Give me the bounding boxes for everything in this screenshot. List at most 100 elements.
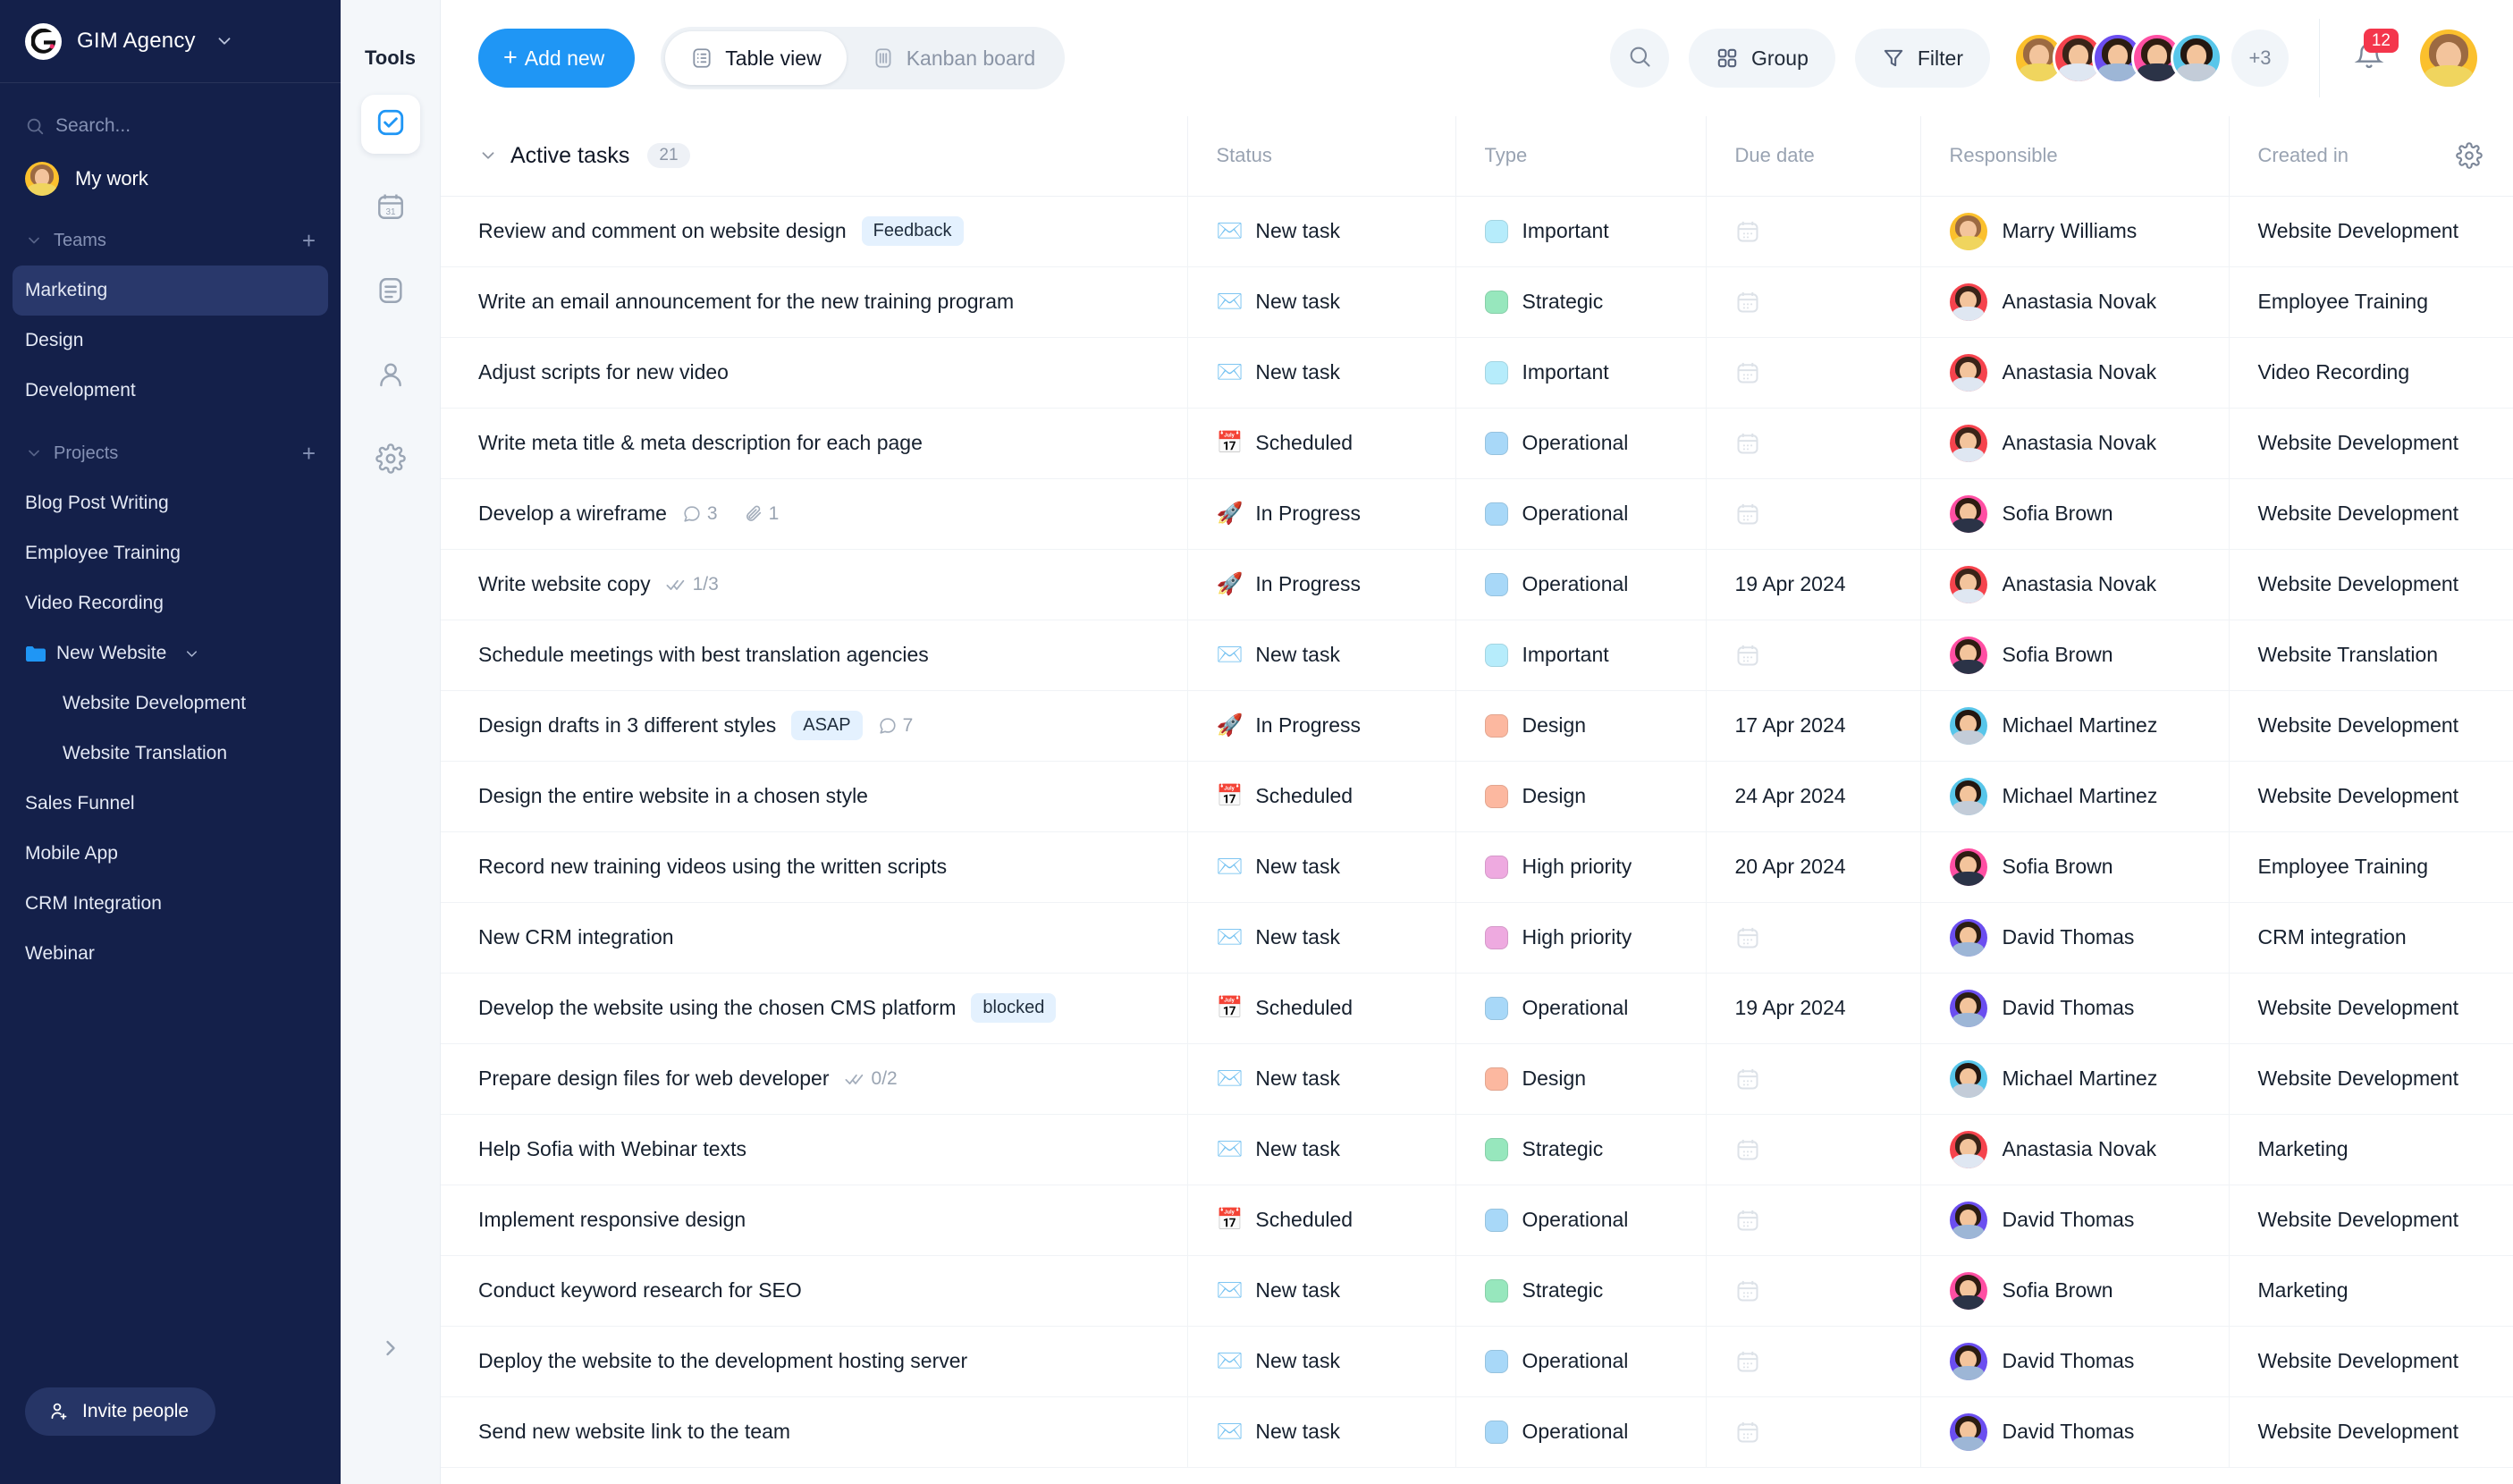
cell-task[interactable]: Send new website link to the team: [441, 1396, 1187, 1468]
table-row[interactable]: Implement responsive design 📅 Scheduled Ope…: [441, 1185, 2513, 1256]
table-settings-gear-icon[interactable]: [2456, 142, 2483, 170]
table-row[interactable]: Develop the website using the chosen CMS…: [441, 973, 2513, 1044]
cell-created-in[interactable]: Website Development: [2228, 408, 2513, 479]
column-header-due-date[interactable]: Due date: [1705, 116, 1920, 197]
calendar-icon[interactable]: [1735, 1349, 1920, 1374]
chevron-down-icon[interactable]: [25, 444, 43, 462]
cell-created-in[interactable]: Website Development: [2228, 690, 2513, 762]
cell-status[interactable]: 🚀 In Progress: [1186, 690, 1455, 762]
cell-due-date[interactable]: [1705, 1114, 1920, 1185]
cell-due-date[interactable]: [1705, 1255, 1920, 1327]
cell-created-in[interactable]: CRM integration: [2228, 902, 2513, 974]
cell-status[interactable]: ✉️ New task: [1186, 831, 1455, 903]
sidebar-item-webinar[interactable]: Webinar: [13, 929, 328, 979]
collaborator-avatars[interactable]: +3: [2013, 30, 2289, 87]
cell-status[interactable]: 📅 Scheduled: [1186, 1185, 1455, 1256]
cell-responsible[interactable]: Michael Martinez: [1919, 690, 2229, 762]
tab-kanban-board[interactable]: Kanban board: [847, 31, 1061, 85]
sidebar-item-new-website[interactable]: New Website: [13, 628, 328, 679]
cell-created-in[interactable]: Employee Training: [2228, 831, 2513, 903]
cell-responsible[interactable]: Anastasia Novak: [1919, 1114, 2229, 1185]
cell-status[interactable]: ✉️ New task: [1186, 1396, 1455, 1468]
cell-due-date[interactable]: [1705, 1185, 1920, 1256]
cell-type[interactable]: Important: [1455, 196, 1706, 267]
cell-responsible[interactable]: David Thomas: [1919, 973, 2229, 1044]
table-row[interactable]: Send new website link to the team ✉️ New t…: [441, 1396, 2513, 1468]
cell-task[interactable]: Help Sofia with Webinar texts: [441, 1114, 1187, 1185]
cell-created-in[interactable]: Website Development: [2228, 196, 2513, 267]
calendar-icon[interactable]: [1735, 1137, 1920, 1162]
cell-task[interactable]: Develop the website using the chosen CMS…: [441, 973, 1187, 1044]
cell-task[interactable]: Write an email announcement for the new …: [441, 266, 1187, 338]
cell-created-in[interactable]: Website Development: [2228, 478, 2513, 550]
cell-due-date[interactable]: [1705, 196, 1920, 267]
calendar-icon[interactable]: [1735, 1278, 1920, 1303]
avatar[interactable]: [2171, 32, 2222, 84]
cell-due-date[interactable]: 17 Apr 2024: [1705, 690, 1920, 762]
cell-due-date[interactable]: 20 Apr 2024: [1705, 831, 1920, 903]
table-row[interactable]: Review and comment on website design Feed…: [441, 196, 2513, 267]
task-tag[interactable]: ASAP: [791, 711, 863, 740]
cell-status[interactable]: ✉️ New task: [1186, 1326, 1455, 1397]
column-header-responsible[interactable]: Responsible: [1919, 116, 2229, 197]
cell-due-date[interactable]: [1705, 1326, 1920, 1397]
column-header-type[interactable]: Type: [1455, 116, 1706, 197]
cell-status[interactable]: ✉️ New task: [1186, 1043, 1455, 1115]
cell-type[interactable]: Operational: [1455, 1396, 1706, 1468]
cell-task[interactable]: Write meta title & meta description for …: [441, 408, 1187, 479]
sidebar-item-crm-integration[interactable]: CRM Integration: [13, 879, 328, 929]
table-row[interactable]: Help Sofia with Webinar texts ✉️ New task S…: [441, 1114, 2513, 1185]
cell-created-in[interactable]: Website Development: [2228, 761, 2513, 832]
table-row[interactable]: Deploy the website to the development ho…: [441, 1326, 2513, 1397]
cell-status[interactable]: ✉️ New task: [1186, 1114, 1455, 1185]
cell-responsible[interactable]: Anastasia Novak: [1919, 408, 2229, 479]
cell-type[interactable]: High priority: [1455, 831, 1706, 903]
chevron-down-icon[interactable]: [183, 645, 200, 662]
cell-type[interactable]: Operational: [1455, 408, 1706, 479]
cell-status[interactable]: ✉️ New task: [1186, 266, 1455, 338]
tab-table-view[interactable]: Table view: [665, 31, 847, 85]
calendar-icon[interactable]: [1735, 1067, 1920, 1092]
cell-created-in[interactable]: Website Development: [2228, 973, 2513, 1044]
table-row[interactable]: Write website copy 1/3 🚀 In Progress Operati…: [441, 549, 2513, 620]
table-row[interactable]: New CRM integration ✉️ New task High priori…: [441, 902, 2513, 974]
cell-created-in[interactable]: Video Recording: [2228, 337, 2513, 409]
cell-due-date[interactable]: [1705, 902, 1920, 974]
sidebar-item-website-development[interactable]: Website Development: [13, 679, 328, 729]
cell-task[interactable]: Schedule meetings with best translation …: [441, 620, 1187, 691]
cell-created-in[interactable]: Website Development: [2228, 1043, 2513, 1115]
sidebar-item-mobile-app[interactable]: Mobile App: [13, 829, 328, 879]
cell-due-date[interactable]: [1705, 1396, 1920, 1468]
table-row[interactable]: Conduct keyword research for SEO ✉️ New ta…: [441, 1255, 2513, 1327]
task-tag[interactable]: Feedback: [861, 216, 964, 246]
cell-type[interactable]: Strategic: [1455, 266, 1706, 338]
sidebar-section-projects[interactable]: Projects +: [0, 428, 341, 478]
calendar-icon[interactable]: [1735, 643, 1920, 668]
cell-task[interactable]: Record new training videos using the wri…: [441, 831, 1187, 903]
cell-task[interactable]: Conduct keyword research for SEO: [441, 1255, 1187, 1327]
cell-status[interactable]: 📅 Scheduled: [1186, 761, 1455, 832]
table-row[interactable]: Design the entire website in a chosen st…: [441, 761, 2513, 832]
cell-type[interactable]: Operational: [1455, 973, 1706, 1044]
cell-created-in[interactable]: Marketing: [2228, 1114, 2513, 1185]
cell-due-date[interactable]: [1705, 478, 1920, 550]
table-row[interactable]: Prepare design files for web developer 0/…: [441, 1043, 2513, 1115]
filter-button[interactable]: Filter: [1854, 29, 1990, 88]
tool-contacts[interactable]: [361, 347, 420, 406]
table-row[interactable]: Record new training videos using the wri…: [441, 831, 2513, 903]
invite-people-button[interactable]: Invite people: [25, 1387, 216, 1436]
add-new-button[interactable]: + Add new: [478, 29, 636, 88]
cell-created-in[interactable]: Employee Training: [2228, 266, 2513, 338]
sidebar-item-employee-training[interactable]: Employee Training: [13, 528, 328, 578]
table-row[interactable]: Design drafts in 3 different styles ASAP 7…: [441, 690, 2513, 762]
cell-due-date[interactable]: 19 Apr 2024: [1705, 549, 1920, 620]
cell-due-date[interactable]: 19 Apr 2024: [1705, 973, 1920, 1044]
cell-responsible[interactable]: Anastasia Novak: [1919, 549, 2229, 620]
cell-responsible[interactable]: David Thomas: [1919, 1326, 2229, 1397]
cell-task[interactable]: Design the entire website in a chosen st…: [441, 761, 1187, 832]
cell-due-date[interactable]: [1705, 620, 1920, 691]
cell-task[interactable]: Adjust scripts for new video: [441, 337, 1187, 409]
sidebar-item-blog-post-writing[interactable]: Blog Post Writing: [13, 478, 328, 528]
cell-status[interactable]: ✉️ New task: [1186, 196, 1455, 267]
cell-status[interactable]: 🚀 In Progress: [1186, 478, 1455, 550]
